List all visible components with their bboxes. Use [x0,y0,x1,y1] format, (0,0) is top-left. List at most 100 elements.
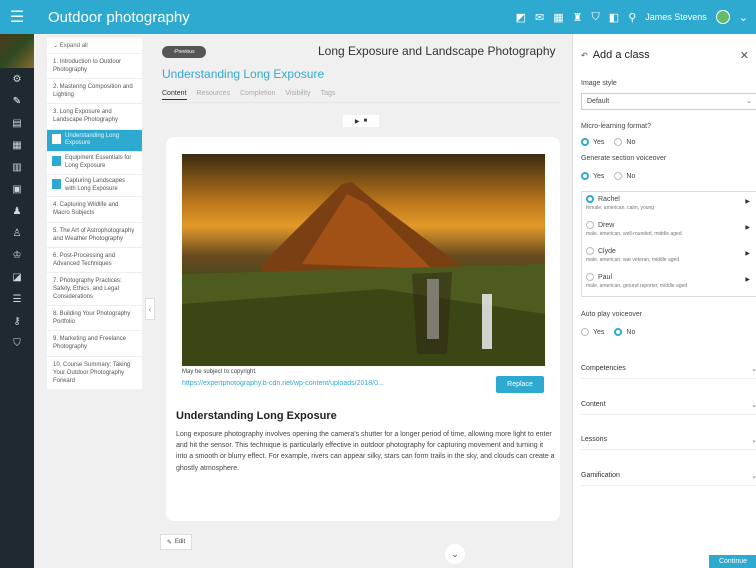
image-style-select[interactable]: Default ⌄ [581,93,756,110]
continue-button[interactable]: Continue [709,555,756,568]
outline-sub-item[interactable]: Capturing Landscapes with Long Exposure [47,175,142,198]
voice-description: male, american, well-rounded, middle age… [586,231,682,237]
document-icon[interactable]: ▤ [0,112,34,134]
stop-icon[interactable]: ■ [364,118,368,124]
add-class-panel: ↶ Add a class ✕ Image style Default ⌄ Mi… [572,34,756,568]
image-source-link[interactable]: https://expertphotography.b-cdn.net/wp-c… [182,380,462,387]
grid-icon[interactable]: ▦ [0,134,34,156]
outline-item[interactable]: 9. Marketing and Freelance Photography [47,331,142,357]
tab-content[interactable]: Content [162,90,187,100]
outline-item[interactable]: 4. Capturing Wildlife and Macro Subjects [47,197,142,223]
chevron-down-icon: ⌄ [751,401,756,409]
chat-icon[interactable]: ◪ [0,266,34,288]
voice-description: female, american, calm, young [586,205,655,211]
voice-description: male, american, ground reporter, middle … [586,283,688,289]
voice-radio[interactable] [586,195,594,203]
audio-player: ▶ ■ [343,115,379,127]
avatar[interactable] [715,10,730,24]
tab-resources[interactable]: Resources [197,90,230,100]
tab-tags[interactable]: Tags [321,90,336,100]
notifications-icon[interactable]: ✉ [535,11,544,24]
voice-name: Paul [598,273,613,281]
calendar-icon[interactable]: ▦ [553,11,563,24]
radio-label: Yes [593,138,605,146]
micro-yes-radio[interactable] [581,138,589,146]
copyright-note: May be subject to copyright. [182,369,257,375]
micro-no-radio[interactable] [614,138,623,146]
collapse-outline-button[interactable]: ‹ [145,298,155,320]
trophy-icon[interactable]: ♜ [573,11,583,24]
add-content-icon[interactable]: ◩ [516,11,526,24]
expand-all-label: Expand all [59,43,88,49]
close-icon[interactable]: ✕ [740,49,749,62]
pencil-icon[interactable]: ✎ [0,90,34,112]
autoplay-label: Auto play voiceover [581,311,643,318]
content-body: Long exposure photography involves openi… [176,431,555,472]
shop-icon[interactable]: ⛉ [0,332,34,354]
back-icon[interactable]: ↶ [581,51,588,60]
voice-option[interactable]: Drew male, american, well-rounded, middl… [582,218,756,244]
shop-icon[interactable]: ⛉ [592,11,600,24]
user-icon[interactable]: ♟ [0,200,34,222]
outline-item[interactable]: 1. Introduction to Outdoor Photography [47,54,142,80]
menu-icon[interactable]: ☰ [0,0,34,34]
outline-item[interactable]: 3. Long Exposure and Landscape Photograp… [47,104,142,130]
outline-item[interactable]: 10. Course Summary: Taking Your Outdoor … [47,357,142,390]
voice-option[interactable]: Rachel female, american, calm, young ▶ [582,192,756,218]
scroll-down-button[interactable]: ⌄ [445,544,465,564]
accordion-content[interactable]: Content ⌄ [581,395,756,415]
trophy-icon[interactable]: ♔ [0,244,34,266]
top-bar: ☰ Outdoor photography ◩ ✉ ▦ ♜ ⛉ ◧ ⚲ Jame… [0,0,756,34]
voice-option[interactable]: Clyde male, american, war veteran, middl… [582,244,756,270]
landscape-image[interactable] [182,154,545,366]
tab-completion[interactable]: Completion [240,90,275,100]
course-title: Long Exposure and Landscape Photography [318,44,556,58]
voice-name: Rachel [598,195,620,203]
play-icon[interactable]: ▶ [745,250,750,257]
edit-button[interactable]: ✎ Edit [160,534,192,550]
users-icon[interactable]: ♙ [0,222,34,244]
key-icon[interactable]: ⚷ [0,310,34,332]
outline-item[interactable]: 2. Mastering Composition and Lighting [47,79,142,105]
voice-radio[interactable] [586,221,594,229]
outline-item[interactable]: 6. Post-Processing and Advanced Techniqu… [47,248,142,273]
autoplay-yes-radio[interactable] [581,328,589,336]
tabs: Content Resources Completion Visibility … [162,90,335,100]
play-icon[interactable]: ▶ [745,198,750,205]
previous-button[interactable]: ‹ Previous [162,46,206,58]
section-title: Understanding Long Exposure [162,67,325,81]
course-thumbnail[interactable] [0,34,34,68]
play-icon[interactable]: ▶ [745,276,750,283]
play-icon[interactable]: ▶ [745,224,750,231]
messages-icon[interactable]: ◧ [609,11,619,24]
voiceover-yes-radio[interactable] [581,172,589,180]
chevron-down-icon: ⌄ [751,436,756,444]
accordion-lessons[interactable]: Lessons ⌄ [581,430,756,450]
settings-icon[interactable]: ⚙ [0,68,34,90]
play-icon[interactable]: ▶ [355,118,360,125]
outline-item[interactable]: 8. Building Your Photography Portfolio [47,306,142,332]
outline-sub-item-active[interactable]: Understanding Long Exposure [47,129,142,153]
expand-all-toggle[interactable]: ⌄ Expand all [47,38,142,54]
accordion-competencies[interactable]: Competencies ⌄ [581,359,756,379]
chart-icon[interactable]: ▥ [0,156,34,178]
voice-list: Rachel female, american, calm, young ▶ D… [581,191,756,297]
list-icon[interactable]: ☰ [0,288,34,310]
user-name[interactable]: James Stevens [645,12,707,22]
tab-visibility[interactable]: Visibility [285,90,310,100]
outline-sub-item[interactable]: Equipment Essentials for Long Exposure [47,152,142,175]
search-icon[interactable]: ⚲ [628,11,636,24]
previous-label: Previous [175,49,195,55]
outline-item[interactable]: 7. Photography Practices: Safety, Ethics… [47,273,142,307]
autoplay-no-radio[interactable] [614,328,623,336]
voice-name: Clyde [598,247,616,255]
voice-radio[interactable] [586,247,594,255]
replace-button[interactable]: Replace [496,376,544,393]
voice-radio[interactable] [586,273,594,281]
calendar-icon[interactable]: ▣ [0,178,34,200]
chevron-down-icon[interactable]: ⌄ [739,11,748,24]
outline-item[interactable]: 5. The Art of Astrophotography and Weath… [47,223,142,248]
accordion-gamification[interactable]: Gamification ⌄ [581,466,756,486]
voiceover-no-radio[interactable] [614,172,623,180]
voice-option[interactable]: Paul male, american, ground reporter, mi… [582,270,756,296]
